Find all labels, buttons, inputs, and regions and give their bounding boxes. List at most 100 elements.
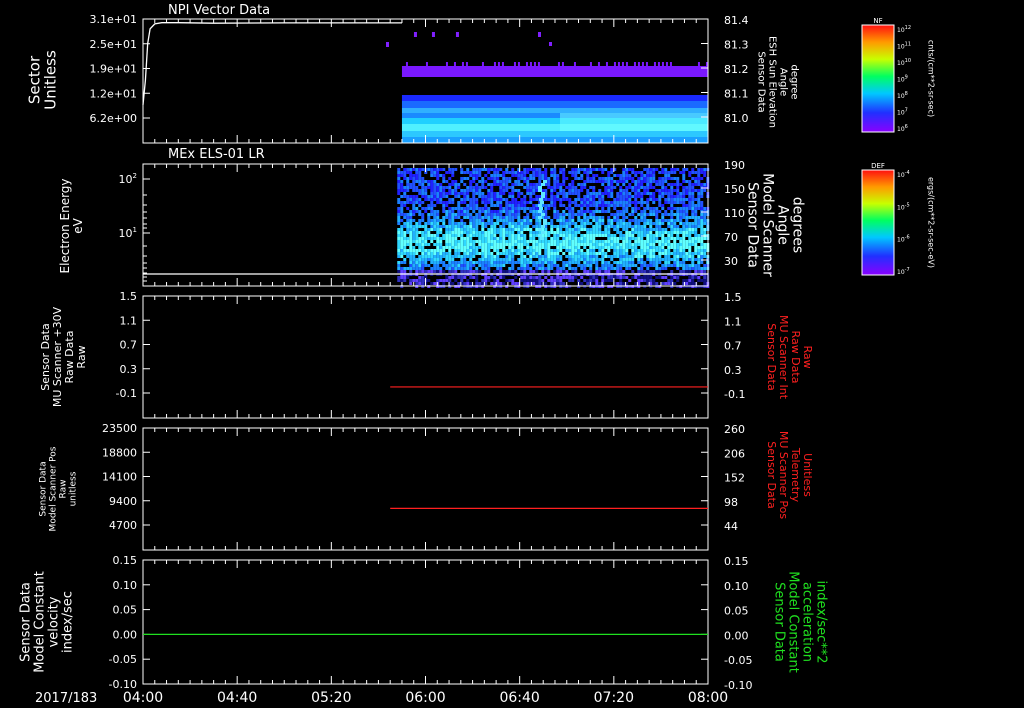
spectrogram-cell	[580, 210, 584, 213]
spectrogram-cell	[688, 174, 692, 177]
spectrogram-cell	[616, 216, 620, 219]
spectrogram-cell	[466, 270, 470, 273]
spectrogram-cell	[523, 258, 527, 261]
spectrogram-cell	[571, 258, 575, 261]
spectrogram-cell	[643, 228, 647, 231]
spectrogram-cell	[568, 222, 572, 225]
spectrogram-cell	[580, 186, 584, 189]
spectrogram-cell	[427, 180, 431, 183]
spectrogram-cell	[583, 264, 587, 267]
spectrogram-cell	[397, 216, 401, 219]
spectrogram-cell	[628, 246, 632, 249]
spectrogram-cell	[688, 246, 692, 249]
spectrogram-cell	[505, 270, 509, 273]
spectrogram-cell	[589, 180, 593, 183]
spectrogram-cell	[436, 237, 440, 240]
spectrogram-cell	[475, 177, 479, 180]
spectrogram-cell	[634, 192, 638, 195]
spectrogram-cell	[526, 207, 530, 210]
spectrogram-cell	[499, 219, 503, 222]
spectrogram-cell	[484, 198, 488, 201]
spectrogram-cell	[559, 168, 563, 171]
spectrogram-cell	[442, 210, 446, 213]
spectrogram-cell	[424, 198, 428, 201]
spectrogram-cell	[595, 246, 599, 249]
spectrogram-cell	[433, 219, 437, 222]
spectrogram-cell	[592, 189, 596, 192]
spectrogram-cell	[589, 240, 593, 243]
spectrogram-cell	[421, 240, 425, 243]
spectrogram-cell	[463, 213, 467, 216]
spectrogram-cell	[544, 204, 548, 207]
spectrogram-cell	[493, 216, 497, 219]
y-axis-label-right: Sensor Data	[772, 582, 787, 662]
y-axis-label-right: index/sec**2	[814, 580, 829, 663]
spectrogram-cell	[517, 237, 521, 240]
spectrogram-cell	[664, 243, 668, 246]
spectrogram-cell	[484, 255, 488, 258]
spectrogram-cell	[499, 261, 503, 264]
colorbar-label: NF	[873, 17, 882, 25]
spectrogram-cell	[445, 246, 449, 249]
spectrogram-cell	[409, 267, 413, 270]
spectrogram-cell	[406, 243, 410, 246]
spectrogram-cell	[703, 282, 707, 285]
spectrogram-cell	[646, 279, 650, 282]
spectrogram-cell	[490, 276, 494, 279]
spectrogram-cell	[652, 240, 656, 243]
spectrogram-cell	[511, 243, 515, 246]
spectrogram-cell	[490, 216, 494, 219]
spectrogram-cell	[457, 207, 461, 210]
spectrogram-cell	[421, 282, 425, 285]
spectrogram-cell	[421, 177, 425, 180]
spectrogram-cell	[604, 252, 608, 255]
spectrogram-cell	[625, 62, 628, 67]
spectrogram-cell	[553, 234, 557, 237]
spectrogram-cell	[667, 258, 671, 261]
spectrogram-cell	[403, 204, 407, 207]
spectrogram-cell	[655, 180, 659, 183]
spectrogram-cell	[424, 195, 428, 198]
spectrogram-cell	[685, 168, 689, 171]
spectrogram-cell	[646, 186, 650, 189]
spectrogram-cell	[673, 282, 677, 285]
spectrogram-cell	[619, 243, 623, 246]
spectrogram-cell	[481, 240, 485, 243]
spectrogram-cell	[622, 183, 626, 186]
spectrogram-cell	[697, 264, 701, 267]
spectrogram-cell	[685, 279, 689, 282]
spectrogram-cell	[496, 282, 500, 285]
spectrogram-cell	[537, 62, 540, 67]
spectrogram-cell	[400, 207, 404, 210]
spectrogram-cell	[436, 201, 440, 204]
spectrogram-cell	[649, 174, 653, 177]
spectrogram-cell	[565, 261, 569, 264]
spectrogram-cell	[604, 255, 608, 258]
spectrogram-cell	[565, 177, 569, 180]
panel-frame	[142, 427, 709, 551]
spectrogram-cell	[601, 264, 605, 267]
spectrogram-cell	[640, 180, 644, 183]
spectrogram-cell	[493, 204, 497, 207]
y-tick-label-right: 0.10	[724, 580, 749, 593]
spectrogram-cell	[493, 261, 497, 264]
spectrogram-cell	[481, 62, 484, 67]
spectrogram-cell	[412, 264, 416, 267]
spectrogram-cell	[607, 234, 611, 237]
spectrogram-cell	[646, 267, 650, 270]
spectrogram-cell	[562, 264, 566, 267]
spectrogram-cell	[415, 198, 419, 201]
spectrogram-cell	[559, 192, 563, 195]
spectrogram-cell	[649, 171, 653, 174]
spectrogram-cell	[472, 225, 476, 228]
spectrogram-cell	[499, 174, 503, 177]
spectrogram-cell	[469, 204, 473, 207]
spectrogram-cell	[508, 195, 512, 198]
spectrogram-cell	[556, 198, 560, 201]
spectrogram-cell	[604, 180, 608, 183]
spectrogram-cell	[601, 177, 605, 180]
spectrogram-cell	[700, 222, 704, 225]
spectrogram-cell	[628, 279, 632, 282]
spectrogram-cell	[580, 222, 584, 225]
spectrogram-cell	[634, 243, 638, 246]
